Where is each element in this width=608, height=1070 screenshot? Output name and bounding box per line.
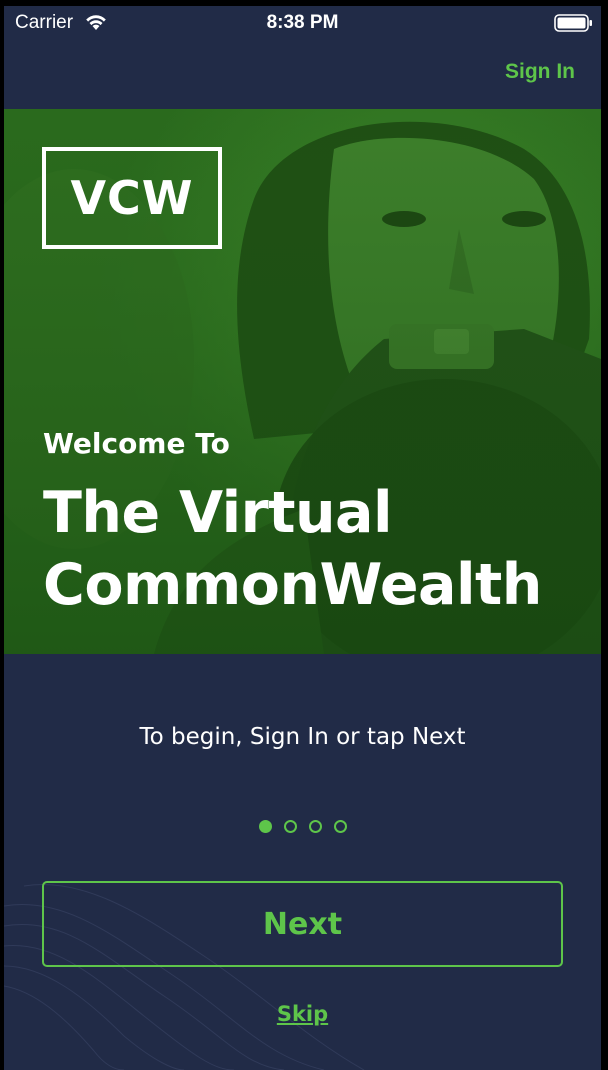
page-dot-3[interactable] bbox=[308, 820, 322, 833]
next-button[interactable]: Next bbox=[42, 881, 563, 967]
page-dot-2[interactable] bbox=[283, 820, 297, 833]
page-indicator[interactable] bbox=[4, 820, 601, 833]
instruction-text: To begin, Sign In or tap Next bbox=[139, 724, 466, 750]
sign-in-link[interactable]: Sign In bbox=[505, 60, 575, 84]
welcome-heading: Welcome To bbox=[43, 427, 230, 460]
skip-link[interactable]: Skip bbox=[4, 1002, 601, 1026]
status-bar: Carrier 8:38 PM bbox=[4, 6, 601, 42]
page-dot-1[interactable] bbox=[258, 820, 272, 833]
page-dot-4[interactable] bbox=[333, 820, 347, 833]
app-screen: Carrier 8:38 PM Sign In VCW Welcome To T… bbox=[4, 6, 601, 1070]
battery-icon bbox=[554, 14, 592, 32]
app-title-line-1: The Virtual bbox=[43, 480, 393, 546]
app-title: The Virtual CommonWealth bbox=[43, 477, 583, 621]
vcw-logo: VCW bbox=[42, 147, 222, 249]
hero-banner: VCW Welcome To The Virtual CommonWealth bbox=[4, 109, 601, 654]
app-title-line-2: CommonWealth bbox=[43, 552, 542, 618]
status-time: 8:38 PM bbox=[266, 12, 339, 33]
logo-text: VCW bbox=[70, 171, 194, 225]
